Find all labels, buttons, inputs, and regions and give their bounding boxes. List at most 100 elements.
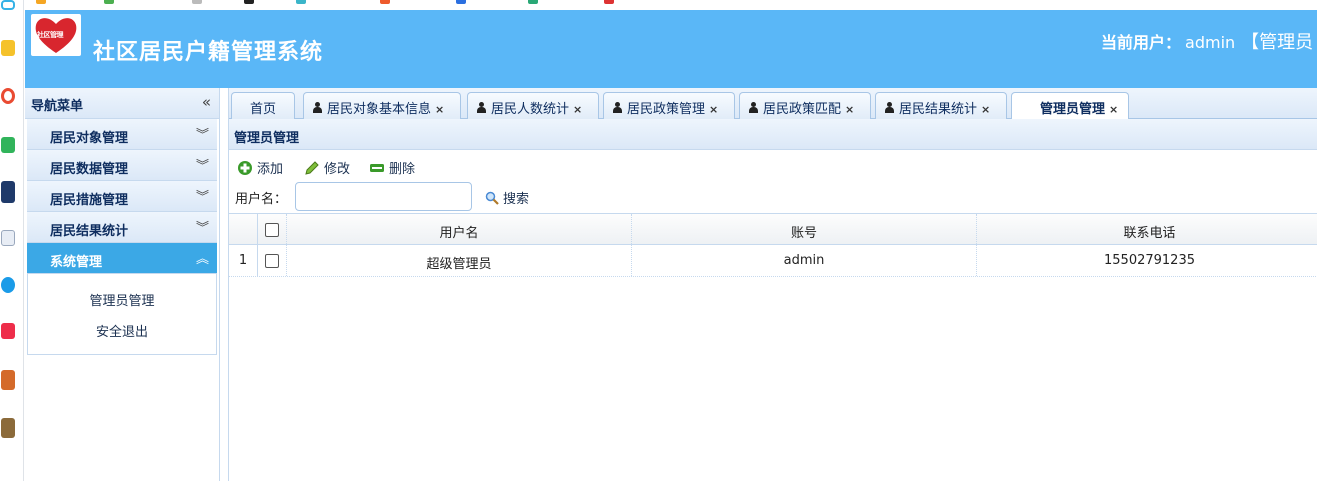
nav-section-resident-measures[interactable]: 居民措施管理 ︾ (27, 181, 217, 212)
close-tab-icon[interactable]: × (435, 103, 444, 116)
column-header-username[interactable]: 用户名 (287, 214, 632, 244)
bookmark-item[interactable] (244, 0, 257, 6)
bookmark-item[interactable] (192, 0, 205, 6)
logo-text: 社区管理 (37, 31, 64, 39)
table-header: 用户名 账号 联系电话 (229, 213, 1317, 245)
person-icon (612, 102, 623, 114)
nav-section-label: 居民对象管理 (50, 131, 129, 146)
person-icon (884, 102, 895, 114)
arrow-icon[interactable] (1, 277, 15, 293)
column-header-phone[interactable]: 联系电话 (977, 214, 1317, 244)
tab-label: 居民政策匹配 (763, 102, 842, 117)
search-row: 用户名： 搜索 (229, 182, 1317, 212)
bookmark-item[interactable] (380, 0, 393, 6)
shop-icon[interactable] (1, 323, 15, 339)
news-icon[interactable] (1, 181, 15, 203)
delete-button[interactable]: 删除 (369, 158, 415, 177)
cell-username: 超级管理员 (287, 245, 632, 276)
search-button-label: 搜索 (503, 192, 530, 207)
tab-resident-result-stats[interactable]: 居民结果统计 × (875, 92, 1007, 119)
tabs-bar: 首页 居民对象基本信息 × 居民人数统计 × 居民政策管理 × 居民政策匹配 × 居民结… (229, 88, 1317, 120)
nav-section-system[interactable]: 系统管理 ︽ (27, 243, 217, 274)
nav-section-resident-object[interactable]: 居民对象管理 ︾ (27, 119, 217, 150)
rownum-header (229, 214, 258, 244)
nav-section-label: 居民措施管理 (50, 193, 129, 208)
tab-resident-policy-match[interactable]: 居民政策匹配 × (739, 92, 871, 119)
collapse-sidebar-icon[interactable]: « (202, 93, 211, 111)
toolbar: 添加 修改 删除 (229, 150, 1317, 182)
document-icon[interactable] (1, 230, 15, 246)
bookmark-bar (24, 0, 1317, 10)
tab-resident-policy-manage[interactable]: 居民政策管理 × (603, 92, 735, 119)
star-icon[interactable] (1, 40, 15, 56)
select-all-checkbox[interactable] (265, 223, 279, 237)
bookmark-item[interactable] (296, 0, 309, 6)
weibo-icon[interactable] (1, 88, 15, 104)
expand-chevron-icon[interactable]: ︾ (196, 217, 209, 236)
nav-section-resident-data[interactable]: 居民数据管理 ︾ (27, 150, 217, 181)
nav-link-admin-manage[interactable]: 管理员管理 (28, 290, 216, 309)
cell-account: admin (632, 245, 977, 276)
bookmark-item[interactable] (104, 0, 117, 6)
tab-label: 居民政策管理 (627, 102, 706, 117)
username-search-input[interactable] (295, 182, 472, 211)
delete-label: 删除 (389, 162, 416, 177)
username-label: 用户名： (235, 192, 288, 207)
person-icon (476, 102, 487, 114)
main-content: 首页 居民对象基本信息 × 居民人数统计 × 居民政策管理 × 居民政策匹配 × 居民结… (228, 88, 1317, 481)
nav-link-logout[interactable]: 安全退出 (28, 321, 216, 340)
close-tab-icon[interactable]: × (709, 103, 718, 116)
column-header-account[interactable]: 账号 (632, 214, 977, 244)
expand-chevron-icon[interactable]: ︾ (196, 124, 209, 143)
tab-label: 管理员管理 (1040, 102, 1106, 117)
current-user-label: 当前用户： (1101, 33, 1182, 52)
select-all-checkbox-cell (258, 214, 287, 244)
person-icon (312, 102, 323, 114)
nav-section-label: 居民结果统计 (50, 224, 129, 239)
add-button[interactable]: 添加 (237, 158, 283, 177)
bookmark-item[interactable] (604, 0, 617, 6)
current-user-value: admin (1185, 33, 1236, 52)
expand-chevron-icon[interactable]: ︾ (196, 155, 209, 174)
app-icon[interactable] (1, 0, 15, 10)
search-icon (485, 191, 499, 205)
tab-resident-count-stats[interactable]: 居民人数统计 × (467, 92, 599, 119)
bookmark-item[interactable] (36, 0, 49, 6)
collapse-chevron-icon[interactable]: ︽ (196, 248, 209, 267)
bookmark-item[interactable] (528, 0, 541, 6)
current-user-role: 【管理员 (1241, 32, 1314, 53)
search-button[interactable]: 搜索 (485, 188, 529, 207)
bookmark-item[interactable] (456, 0, 469, 6)
tab-label: 居民对象基本信息 (327, 102, 432, 117)
close-tab-icon[interactable]: × (1109, 103, 1118, 116)
cell-phone: 15502791235 (1104, 253, 1195, 268)
table-row[interactable]: 1 超级管理员 admin 15502791235 (229, 245, 1317, 277)
pencil-icon (305, 161, 319, 175)
row-checkbox[interactable] (265, 254, 279, 268)
browser-icon-strip (0, 0, 24, 481)
close-tab-icon[interactable]: × (845, 103, 854, 116)
current-user: 当前用户： admin 【管理员 (1101, 28, 1313, 54)
panel-title: 管理员管理 (234, 131, 300, 146)
sidebar: 导航菜单 « 居民对象管理 ︾ 居民数据管理 ︾ 居民措施管理 ︾ 居民结果统计… (25, 88, 220, 481)
tab-label: 居民人数统计 (491, 102, 570, 117)
edit-button[interactable]: 修改 (304, 158, 350, 177)
game-icon-2[interactable] (1, 418, 15, 438)
nav-sub-menu: 管理员管理 安全退出 (27, 274, 217, 355)
row-number: 1 (229, 245, 258, 276)
expand-chevron-icon[interactable]: ︾ (196, 186, 209, 205)
nav-section-resident-stats[interactable]: 居民结果统计 ︾ (27, 212, 217, 243)
nav-section-label: 居民数据管理 (50, 162, 129, 177)
app-header: 社区管理 社区居民户籍管理系统 当前用户： admin 【管理员 (25, 10, 1317, 88)
add-icon (238, 161, 252, 175)
tab-home[interactable]: 首页 (231, 92, 295, 119)
nav-title: 导航菜单 (31, 99, 84, 114)
tab-admin-manage[interactable]: 管理员管理 × (1011, 92, 1129, 120)
tab-resident-object-info[interactable]: 居民对象基本信息 × (303, 92, 461, 119)
tab-label: 首页 (249, 102, 276, 117)
app-title: 社区居民户籍管理系统 (93, 40, 324, 65)
mail-icon[interactable] (1, 137, 15, 153)
game-icon[interactable] (1, 370, 15, 390)
close-tab-icon[interactable]: × (573, 103, 582, 116)
close-tab-icon[interactable]: × (981, 103, 990, 116)
